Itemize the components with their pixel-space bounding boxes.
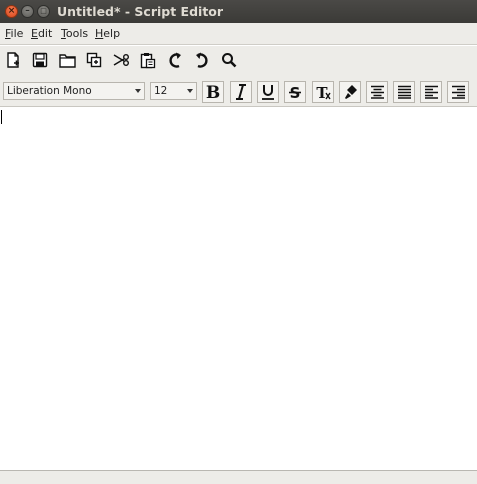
menu-file-label: ile xyxy=(10,27,24,40)
menu-file[interactable]: File xyxy=(5,27,23,40)
copy-button[interactable] xyxy=(84,50,104,70)
script-editor-textarea[interactable] xyxy=(0,107,477,470)
undo-icon xyxy=(169,52,181,68)
close-window-button[interactable]: × xyxy=(5,5,18,18)
underline-button[interactable] xyxy=(257,81,279,103)
font-family-select[interactable]: Liberation Mono xyxy=(3,82,145,100)
text-caret xyxy=(1,110,2,124)
paste-button[interactable] xyxy=(138,50,158,70)
strikethrough-button[interactable]: S xyxy=(284,81,306,103)
font-size-select[interactable]: 12 xyxy=(150,82,197,100)
menu-help-label: elp xyxy=(103,27,121,40)
menu-tools[interactable]: Tools xyxy=(61,27,88,40)
menu-edit-label: dit xyxy=(37,27,53,40)
menu-help[interactable]: Help xyxy=(95,27,120,40)
new-file-button[interactable] xyxy=(3,50,23,70)
format-toolbar: Liberation Mono 12 B S T xyxy=(0,78,477,107)
window-titlebar: × – □ Untitled* - Script Editor xyxy=(0,0,477,23)
clear-format-icon: T xyxy=(316,84,331,100)
minimize-window-button[interactable]: – xyxy=(21,5,34,18)
align-center-icon xyxy=(370,85,384,99)
paint-brush-icon xyxy=(344,85,357,99)
strikethrough-icon: S xyxy=(289,84,301,100)
menu-bar: File Edit Tools Help xyxy=(0,23,477,45)
underline-icon xyxy=(262,85,274,100)
svg-text:B: B xyxy=(206,84,220,100)
bold-button[interactable]: B xyxy=(202,81,224,103)
undo-button[interactable] xyxy=(165,50,185,70)
font-size-value: 12 xyxy=(154,85,168,97)
window-controls: × – □ xyxy=(5,5,50,18)
status-bar xyxy=(0,470,477,484)
cut-button[interactable] xyxy=(111,50,131,70)
search-icon xyxy=(222,53,237,68)
save-button[interactable] xyxy=(30,50,50,70)
chevron-down-icon xyxy=(187,89,193,93)
chevron-down-icon xyxy=(135,89,141,93)
copy-icon xyxy=(86,52,102,68)
paint-brush-button[interactable] xyxy=(339,81,361,103)
bold-icon: B xyxy=(206,84,220,100)
menu-edit-mnemonic: E xyxy=(31,27,38,40)
align-center-button[interactable] xyxy=(366,81,388,103)
cut-icon xyxy=(113,54,129,66)
new-file-icon xyxy=(7,52,19,68)
maximize-icon: □ xyxy=(40,7,47,15)
align-justify-button[interactable] xyxy=(393,81,415,103)
menu-tools-label: ools xyxy=(65,27,89,40)
align-left-button[interactable] xyxy=(420,81,442,103)
font-family-value: Liberation Mono xyxy=(7,85,92,97)
open-folder-button[interactable] xyxy=(57,50,77,70)
align-right-button[interactable] xyxy=(447,81,469,103)
maximize-window-button[interactable]: □ xyxy=(37,5,50,18)
redo-icon xyxy=(196,52,208,68)
open-folder-icon xyxy=(58,53,76,68)
redo-button[interactable] xyxy=(192,50,212,70)
search-button[interactable] xyxy=(219,50,239,70)
menu-edit[interactable]: Edit xyxy=(31,27,52,40)
close-icon: × xyxy=(7,6,16,16)
minimize-icon: – xyxy=(25,6,30,16)
save-icon xyxy=(32,52,48,68)
italic-button[interactable] xyxy=(230,81,252,103)
italic-icon xyxy=(236,84,246,100)
align-right-icon xyxy=(451,85,465,99)
align-left-icon xyxy=(424,85,438,99)
clear-format-button[interactable]: T xyxy=(312,81,334,103)
main-toolbar xyxy=(0,46,477,78)
align-justify-icon xyxy=(397,85,411,99)
window-title: Untitled* - Script Editor xyxy=(57,4,224,19)
paste-icon xyxy=(140,52,156,68)
